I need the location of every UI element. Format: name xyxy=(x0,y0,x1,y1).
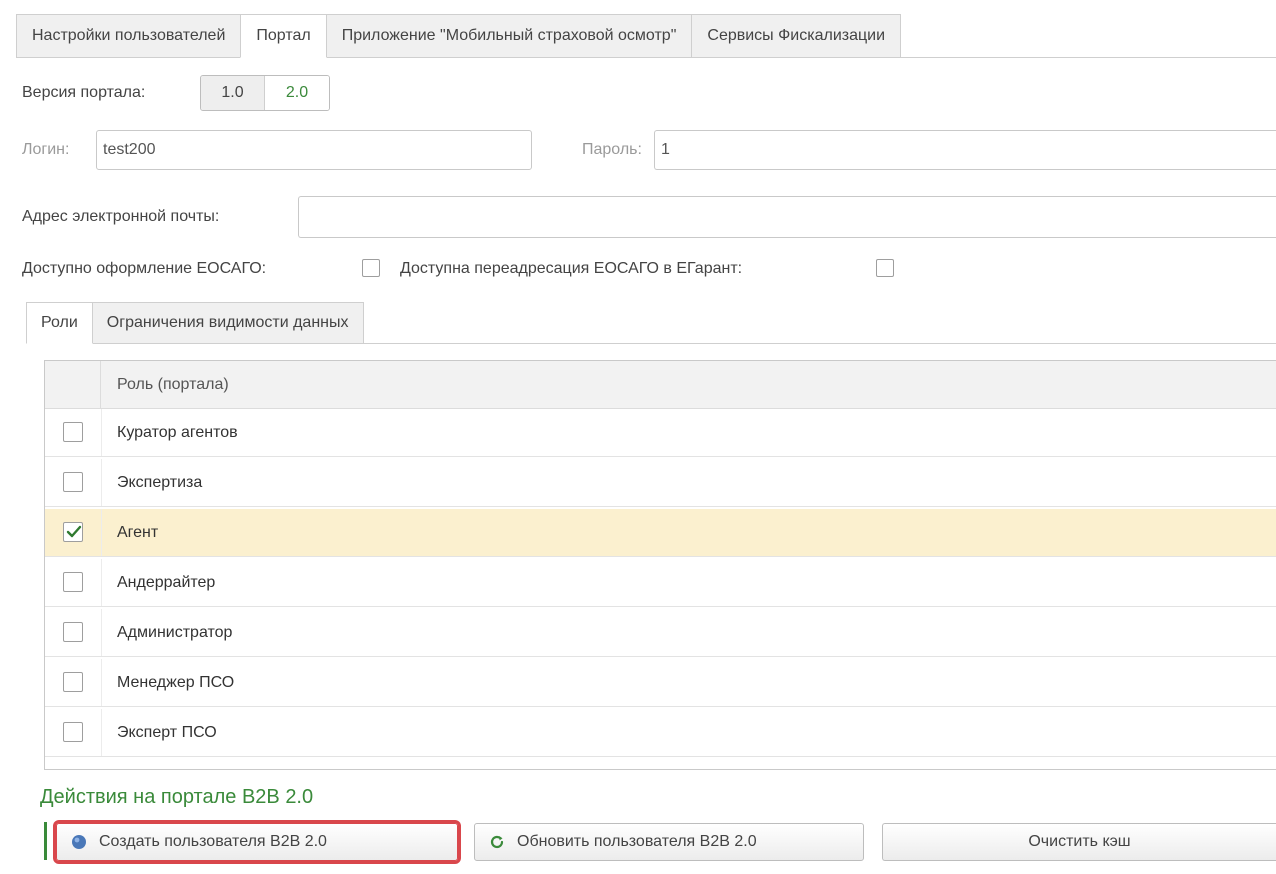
table-row[interactable]: Экспертиза xyxy=(45,459,1276,507)
role-label: Куратор агентов xyxy=(117,423,238,441)
password-label: Пароль: xyxy=(582,141,642,158)
tab-mobile-inspection[interactable]: Приложение "Мобильный страховой осмотр" xyxy=(325,14,693,58)
top-tabs: Настройки пользователей Портал Приложени… xyxy=(16,14,902,58)
version-1-0-button[interactable]: 1.0 xyxy=(201,76,265,110)
tab-fiscal-services[interactable]: Сервисы Фискализации xyxy=(691,14,902,58)
portal-version-label: Версия портала: xyxy=(22,84,146,101)
role-column-header[interactable]: Роль (портала) xyxy=(117,361,229,408)
header-checkbox-column xyxy=(45,361,101,408)
actions-section-title: Действия на портале B2B 2.0 xyxy=(40,786,314,808)
login-label: Логин: xyxy=(22,141,70,158)
role-checkbox[interactable] xyxy=(63,472,83,492)
row-separator xyxy=(101,609,102,656)
role-checkbox[interactable] xyxy=(63,672,83,692)
update-b2b-user-label: Обновить пользователя B2B 2.0 xyxy=(517,833,757,850)
role-checkbox[interactable] xyxy=(63,722,83,742)
table-row-selected[interactable]: Агент xyxy=(45,509,1276,557)
role-label: Эксперт ПСО xyxy=(117,723,217,741)
actions-accent-bar xyxy=(44,822,47,860)
role-checkbox[interactable] xyxy=(63,622,83,642)
table-row[interactable]: Администратор xyxy=(45,609,1276,657)
row-separator xyxy=(101,659,102,706)
clear-cache-button[interactable]: Очистить кэш xyxy=(882,823,1276,861)
tab-user-settings[interactable]: Настройки пользователей xyxy=(16,14,242,58)
row-separator xyxy=(101,709,102,756)
row-separator xyxy=(101,509,102,556)
create-b2b-user-button[interactable]: Создать пользователя B2B 2.0 xyxy=(56,823,458,861)
login-field[interactable]: test200 xyxy=(96,130,532,170)
row-separator xyxy=(101,459,102,506)
table-row[interactable]: Менеджер ПСО xyxy=(45,659,1276,707)
tab-portal[interactable]: Портал xyxy=(240,14,327,58)
role-label: Андеррайтер xyxy=(117,573,216,591)
portal-version-toggle: 1.0 2.0 xyxy=(200,75,330,111)
table-row[interactable]: Андеррайтер xyxy=(45,559,1276,607)
eosago-checkbox[interactable] xyxy=(362,259,380,277)
role-checkbox-checked[interactable] xyxy=(63,522,83,542)
checkmark-icon xyxy=(66,525,82,538)
role-label: Менеджер ПСО xyxy=(117,673,235,691)
login-value: test200 xyxy=(103,141,156,158)
inner-tabs: Роли Ограничения видимости данных xyxy=(26,302,364,344)
roles-table: Роль (портала) Куратор агентов Экспертиз… xyxy=(44,360,1276,770)
roles-table-header: Роль (портала) xyxy=(45,361,1276,409)
row-separator xyxy=(101,559,102,606)
eosago-label: Доступно оформление ЕОСАГО: xyxy=(22,260,267,277)
create-b2b-user-label: Создать пользователя B2B 2.0 xyxy=(99,833,327,850)
role-label: Экспертиза xyxy=(117,473,203,491)
clear-cache-label: Очистить кэш xyxy=(1028,833,1131,850)
globe-icon xyxy=(71,834,87,850)
table-row[interactable]: Куратор агентов xyxy=(45,409,1276,457)
role-label: Администратор xyxy=(117,623,233,641)
eosago-redirect-label: Доступна переадресация ЕОСАГО в ЕГарант: xyxy=(400,260,743,277)
password-value: 1 xyxy=(661,141,670,158)
tab-roles[interactable]: Роли xyxy=(26,302,93,344)
email-field[interactable] xyxy=(298,196,1276,238)
row-separator xyxy=(101,409,102,456)
role-label: Агент xyxy=(117,523,159,541)
role-checkbox[interactable] xyxy=(63,422,83,442)
refresh-icon xyxy=(489,834,505,850)
email-label: Адрес электронной почты: xyxy=(22,208,220,225)
tab-data-visibility[interactable]: Ограничения видимости данных xyxy=(91,302,364,344)
password-field[interactable]: 1 xyxy=(654,130,1276,170)
update-b2b-user-button[interactable]: Обновить пользователя B2B 2.0 xyxy=(474,823,864,861)
role-checkbox[interactable] xyxy=(63,572,83,592)
table-row[interactable]: Эксперт ПСО xyxy=(45,709,1276,757)
eosago-redirect-checkbox[interactable] xyxy=(876,259,894,277)
version-2-0-button[interactable]: 2.0 xyxy=(265,76,329,110)
